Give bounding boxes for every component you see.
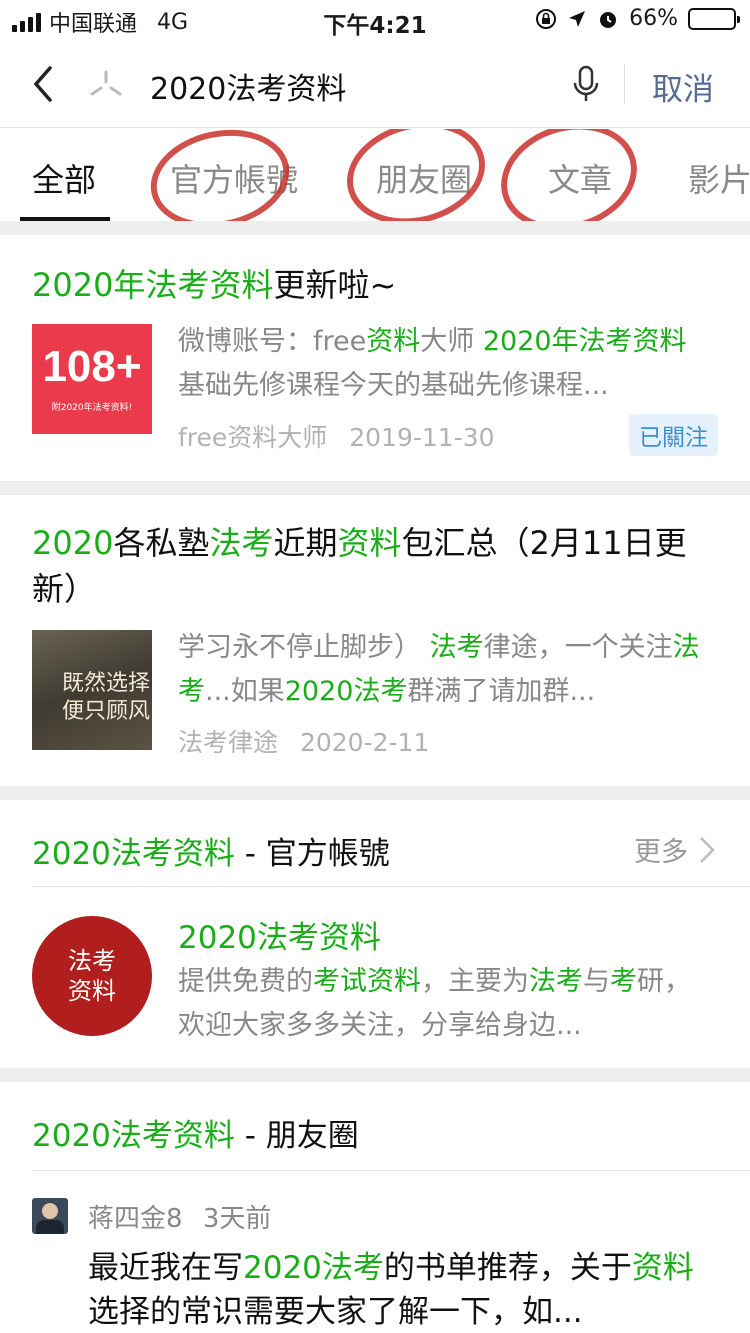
text-run: ，主要为 <box>421 966 529 997</box>
highlight-text: 资料 <box>631 1250 694 1286</box>
section-gap <box>0 786 750 800</box>
article-snippet: 学习永不停止脚步） 法考律途，一个关注法考...如果2020法考群满了请加群..… <box>178 626 710 714</box>
followed-badge: 已關注 <box>629 414 718 456</box>
highlight-text: 法考 <box>429 632 484 663</box>
article-meta: free资料大师 2019-11-30 <box>178 418 495 454</box>
more-button[interactable]: 更多 <box>634 830 716 869</box>
text-run: 与 <box>583 966 610 997</box>
text-run: 更新啦~ <box>273 266 397 304</box>
section-gap <box>0 1068 750 1082</box>
text-run: 大师 <box>420 326 483 357</box>
highlight-text: 2020年法考资料 <box>482 326 687 357</box>
post-time: 3天前 <box>202 1204 272 1234</box>
divider <box>32 886 750 887</box>
text-run: 最近我在写 <box>88 1250 243 1286</box>
highlight-text: 2020 <box>32 524 114 562</box>
alarm-icon <box>600 11 617 28</box>
account-description: 提供免费的考试资料，主要为法考与考研，欢迎大家多多关注，分享给身边... <box>178 960 710 1048</box>
article-title: 2020各私塾法考近期资料包汇总（2月11日更新） <box>32 520 720 612</box>
section-gap <box>0 481 750 495</box>
chevron-right-icon <box>700 836 715 863</box>
text-run: ...如果 <box>205 676 285 707</box>
article-source: 法考律途 <box>178 728 279 757</box>
highlight-text: 资料 <box>366 326 421 357</box>
account-name: 2020法考资料 <box>178 920 381 956</box>
microphone-icon[interactable] <box>572 64 600 104</box>
section-gap <box>0 221 750 235</box>
article-title: 2020年法考资料更新啦~ <box>32 262 720 308</box>
article-source: free资料大师 <box>178 423 328 452</box>
highlight-text: 2020法考 <box>284 676 408 707</box>
highlight-text: 2020年法考资料 <box>32 266 274 304</box>
highlight-text: 法考 <box>209 524 274 562</box>
text-run: 近期 <box>273 524 338 562</box>
account-avatar: 法考 资料 <box>32 916 152 1036</box>
article-meta: 法考律途 2020-2-11 <box>178 723 429 759</box>
highlight-text: 法考 <box>529 966 583 997</box>
annotation-circle <box>141 129 299 221</box>
avatar <box>32 1198 68 1234</box>
battery-icon <box>688 7 740 30</box>
post-author-line: 蒋四金8 3天前 <box>88 1198 271 1235</box>
divider <box>624 64 625 104</box>
article-date: 2019-11-30 <box>349 423 495 452</box>
back-chevron-icon[interactable] <box>28 64 58 104</box>
text-run: 微博账号：free <box>178 326 367 357</box>
divider <box>32 1170 750 1171</box>
article-thumbnail: 既然选择 便只顾风 <box>32 630 152 750</box>
search-spark-icon <box>90 70 122 96</box>
text-run: 提供免费的 <box>178 966 313 997</box>
post-author: 蒋四金8 <box>88 1204 183 1234</box>
post-text: 最近我在写2020法考的书单推荐，关于资料选择的常识需要大家了解一下，如... <box>88 1246 714 1333</box>
highlight-text: 考试资料 <box>313 966 421 997</box>
article-snippet: 微博账号：free资料大师 2020年法考资料 基础先修课程今天的基础先修课程.… <box>178 320 710 408</box>
search-input[interactable]: 2020法考资料 <box>150 64 346 108</box>
text-run: 的书单推荐，关于 <box>383 1250 632 1286</box>
text-run: 律途，一个关注 <box>483 632 673 663</box>
annotation-circle <box>335 129 497 221</box>
annotation-circle <box>488 129 650 221</box>
section-title: 2020法考资料 - 朋友圈 <box>32 1118 359 1154</box>
text-run: 群满了请加群... <box>407 676 596 707</box>
tab-all[interactable]: 全部 <box>32 155 96 201</box>
article-date: 2020-2-11 <box>299 728 430 757</box>
filter-tabs: 全部 官方帳號 朋友圈 文章 影片 <box>0 129 750 221</box>
section-title: 2020法考资料 - 官方帳號 <box>32 836 390 872</box>
text-run: 学习永不停止脚步） <box>178 632 430 663</box>
text-run: 基础先修课程今天的基础先修课程... <box>178 370 609 401</box>
text-run: 各私塾 <box>113 524 210 562</box>
highlight-text: 资料 <box>337 524 402 562</box>
text-run: 选择的常识需要大家了解一下，如... <box>88 1294 583 1330</box>
location-arrow-icon <box>569 10 586 27</box>
article-thumbnail: 108+ 附2020年法考资料! <box>32 324 152 444</box>
battery-percent: 66% <box>629 6 678 31</box>
tab-videos[interactable]: 影片 <box>688 155 750 201</box>
cancel-button[interactable]: 取消 <box>652 64 714 109</box>
highlight-text: 2020法考 <box>243 1250 384 1286</box>
lock-rotation-icon <box>536 8 557 29</box>
status-bar: 中国联通 4G 下午4:21 66% <box>0 0 750 40</box>
highlight-text: 考 <box>610 966 637 997</box>
search-bar: 2020法考资料 取消 <box>0 40 750 128</box>
